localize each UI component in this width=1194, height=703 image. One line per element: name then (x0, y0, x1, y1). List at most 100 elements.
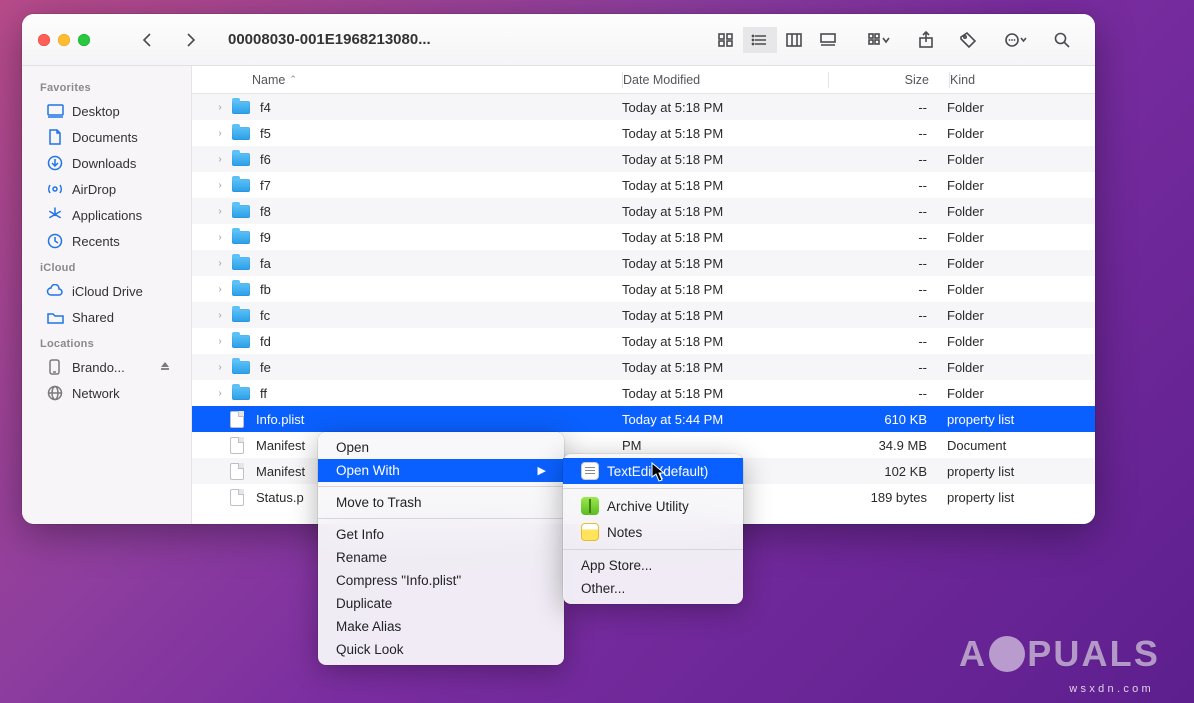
minimize-window-button[interactable] (58, 34, 70, 46)
row-kind: Folder (947, 256, 1095, 271)
disclosure-triangle-icon[interactable]: › (214, 128, 226, 139)
row-name: Manifest (256, 438, 305, 453)
submenu-app-store[interactable]: App Store... (563, 554, 743, 577)
sidebar-item-icloud-drive[interactable]: iCloud Drive (28, 278, 185, 304)
sidebar-item-network[interactable]: Network (28, 380, 185, 406)
menu-get-info[interactable]: Get Info (318, 523, 564, 546)
row-name: fc (260, 308, 270, 323)
sidebar-item-label: Desktop (72, 104, 120, 119)
sidebar-item-recents[interactable]: Recents (28, 228, 185, 254)
forward-button[interactable] (174, 27, 208, 53)
sidebar-item-airdrop[interactable]: AirDrop (28, 176, 185, 202)
airdrop-icon (46, 180, 64, 198)
disclosure-triangle-icon[interactable]: › (214, 154, 226, 165)
sidebar-item-documents[interactable]: Documents (28, 124, 185, 150)
folder-row[interactable]: ›feToday at 5:18 PM--Folder (192, 354, 1095, 380)
menu-make-alias[interactable]: Make Alias (318, 615, 564, 638)
menu-move-to-trash[interactable]: Move to Trash (318, 491, 564, 514)
eject-icon[interactable] (159, 360, 171, 375)
column-name[interactable]: Name⌃ (192, 73, 622, 87)
zoom-window-button[interactable] (78, 34, 90, 46)
disclosure-triangle-icon[interactable]: › (214, 232, 226, 243)
row-size: 189 bytes (827, 490, 947, 505)
folder-icon (232, 283, 250, 296)
folder-icon (232, 179, 250, 192)
close-window-button[interactable] (38, 34, 50, 46)
icon-view-button[interactable] (709, 27, 743, 53)
sidebar-item-label: Shared (72, 310, 114, 325)
folder-row[interactable]: ›ffToday at 5:18 PM--Folder (192, 380, 1095, 406)
menu-open-with[interactable]: Open With ▶ (318, 459, 564, 482)
menu-rename[interactable]: Rename (318, 546, 564, 569)
menu-quick-look[interactable]: Quick Look (318, 638, 564, 661)
column-date[interactable]: Date Modified (623, 73, 828, 87)
row-name: f9 (260, 230, 271, 245)
folder-row[interactable]: ›f9Today at 5:18 PM--Folder (192, 224, 1095, 250)
sidebar-item-label: AirDrop (72, 182, 116, 197)
list-view-button[interactable] (743, 27, 777, 53)
disclosure-triangle-icon[interactable]: › (214, 336, 226, 347)
sidebar-item-device[interactable]: Brando... (28, 354, 185, 380)
column-view-button[interactable] (777, 27, 811, 53)
row-date: PM (622, 438, 827, 453)
action-menu-button[interactable] (993, 27, 1037, 53)
clock-icon (46, 232, 64, 250)
column-kind[interactable]: Kind (950, 73, 1095, 87)
open-with-submenu: TextEdit (default) Archive Utility Notes… (563, 454, 743, 604)
phone-icon (46, 358, 64, 376)
disclosure-triangle-icon[interactable]: › (214, 102, 226, 113)
row-kind: Folder (947, 230, 1095, 245)
row-kind: Folder (947, 126, 1095, 141)
sidebar-item-desktop[interactable]: Desktop (28, 98, 185, 124)
folder-row[interactable]: ›faToday at 5:18 PM--Folder (192, 250, 1095, 276)
disclosure-triangle-icon[interactable]: › (214, 388, 226, 399)
row-name: ff (260, 386, 267, 401)
submenu-other[interactable]: Other... (563, 577, 743, 600)
menu-compress[interactable]: Compress "Info.plist" (318, 569, 564, 592)
submenu-notes[interactable]: Notes (563, 519, 743, 545)
sidebar-item-applications[interactable]: Applications (28, 202, 185, 228)
window-title: 00008030-001E1968213080... (228, 31, 431, 48)
folder-row[interactable]: ›f7Today at 5:18 PM--Folder (192, 172, 1095, 198)
row-size: -- (827, 230, 947, 245)
window-controls (38, 34, 90, 46)
submenu-archive-utility[interactable]: Archive Utility (563, 493, 743, 519)
row-date: Today at 5:18 PM (622, 282, 827, 297)
column-size[interactable]: Size (829, 73, 949, 87)
sidebar-item-shared[interactable]: Shared (28, 304, 185, 330)
disclosure-triangle-icon[interactable]: › (214, 284, 226, 295)
share-button[interactable] (909, 27, 943, 53)
disclosure-triangle-icon[interactable]: › (214, 310, 226, 321)
submenu-textedit[interactable]: TextEdit (default) (563, 458, 743, 484)
disclosure-triangle-icon[interactable]: › (214, 258, 226, 269)
folder-row[interactable]: ›fdToday at 5:18 PM--Folder (192, 328, 1095, 354)
row-date: Today at 5:18 PM (622, 204, 827, 219)
search-button[interactable] (1045, 27, 1079, 53)
tags-button[interactable] (951, 27, 985, 53)
row-name: fb (260, 282, 271, 297)
menu-open[interactable]: Open (318, 436, 564, 459)
group-by-button[interactable] (857, 27, 901, 53)
folder-row[interactable]: ›f5Today at 5:18 PM--Folder (192, 120, 1095, 146)
folder-row[interactable]: ›f8Today at 5:18 PM--Folder (192, 198, 1095, 224)
back-button[interactable] (130, 27, 164, 53)
row-size: -- (827, 256, 947, 271)
disclosure-triangle-icon[interactable]: › (214, 180, 226, 191)
folder-row[interactable]: ›f4Today at 5:18 PM--Folder (192, 94, 1095, 120)
file-row[interactable]: Info.plistToday at 5:44 PM610 KBproperty… (192, 406, 1095, 432)
disclosure-triangle-icon[interactable]: › (214, 362, 226, 373)
folder-row[interactable]: ›fcToday at 5:18 PM--Folder (192, 302, 1095, 328)
row-name: Info.plist (256, 412, 304, 427)
row-name: fe (260, 360, 271, 375)
disclosure-triangle-icon[interactable]: › (214, 206, 226, 217)
sidebar: Favorites Desktop Documents Downloads Ai… (22, 66, 192, 524)
folder-row[interactable]: ›fbToday at 5:18 PM--Folder (192, 276, 1095, 302)
shared-folder-icon (46, 308, 64, 326)
row-date: Today at 5:18 PM (622, 256, 827, 271)
menu-duplicate[interactable]: Duplicate (318, 592, 564, 615)
sidebar-item-downloads[interactable]: Downloads (28, 150, 185, 176)
row-kind: Folder (947, 360, 1095, 375)
folder-row[interactable]: ›f6Today at 5:18 PM--Folder (192, 146, 1095, 172)
gallery-view-button[interactable] (811, 27, 845, 53)
row-size: -- (827, 308, 947, 323)
